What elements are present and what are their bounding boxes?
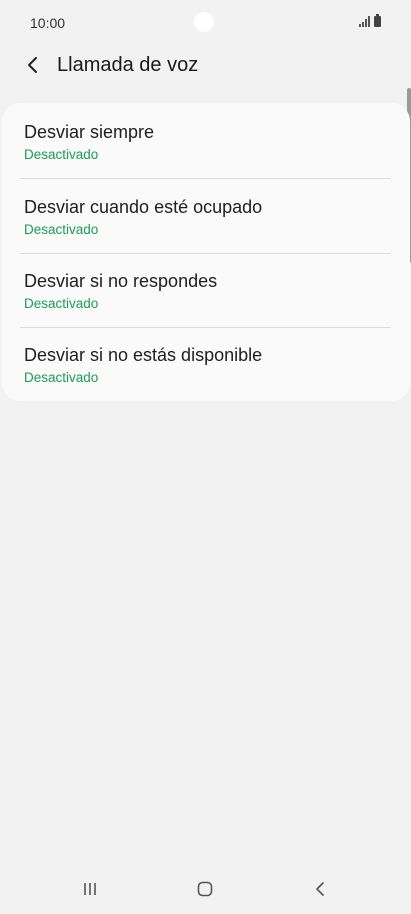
item-title: Desviar siempre: [24, 122, 155, 142]
item-status: Desactivado: [24, 222, 99, 237]
list-item-desviar-no-disponible[interactable]: Desviar si no estás disponible Desactiva…: [2, 328, 410, 402]
signal-icon: [359, 16, 370, 27]
system-back-button[interactable]: [300, 875, 340, 903]
item-status: Desactivado: [24, 296, 99, 311]
status-icons: [359, 14, 381, 27]
item-title: Desviar cuando esté ocupado: [24, 197, 263, 217]
item-title: Desviar si no respondes: [24, 271, 218, 291]
battery-icon: [374, 14, 381, 27]
screen: 10:00 Llamada de voz Desviar siempre Des…: [0, 0, 411, 914]
list-item-desviar-siempre[interactable]: Desviar siempre Desactivado: [2, 103, 410, 177]
item-status: Desactivado: [24, 147, 99, 162]
home-button[interactable]: [185, 875, 225, 903]
item-title: Desviar si no estás disponible: [24, 345, 263, 365]
header: Llamada de voz: [0, 44, 411, 88]
back-button[interactable]: [20, 52, 46, 78]
status-time: 10:00: [30, 15, 66, 31]
recent-apps-button[interactable]: [70, 875, 110, 903]
camera-cutout: [194, 12, 214, 32]
status-bar: 10:00: [0, 0, 411, 44]
list-item-desviar-ocupado[interactable]: Desviar cuando esté ocupado Desactivado: [2, 179, 410, 253]
call-forwarding-list: Desviar siempre Desactivado Desviar cuan…: [2, 103, 410, 401]
chevron-left-icon: [28, 57, 37, 73]
home-icon: [197, 881, 213, 897]
page-title: Llamada de voz: [57, 54, 199, 76]
navigation-bar: [0, 865, 411, 914]
back-icon: [316, 882, 324, 896]
item-status: Desactivado: [24, 370, 99, 385]
list-item-desviar-no-respondes[interactable]: Desviar si no respondes Desactivado: [2, 254, 410, 328]
recent-apps-icon: [84, 883, 96, 895]
